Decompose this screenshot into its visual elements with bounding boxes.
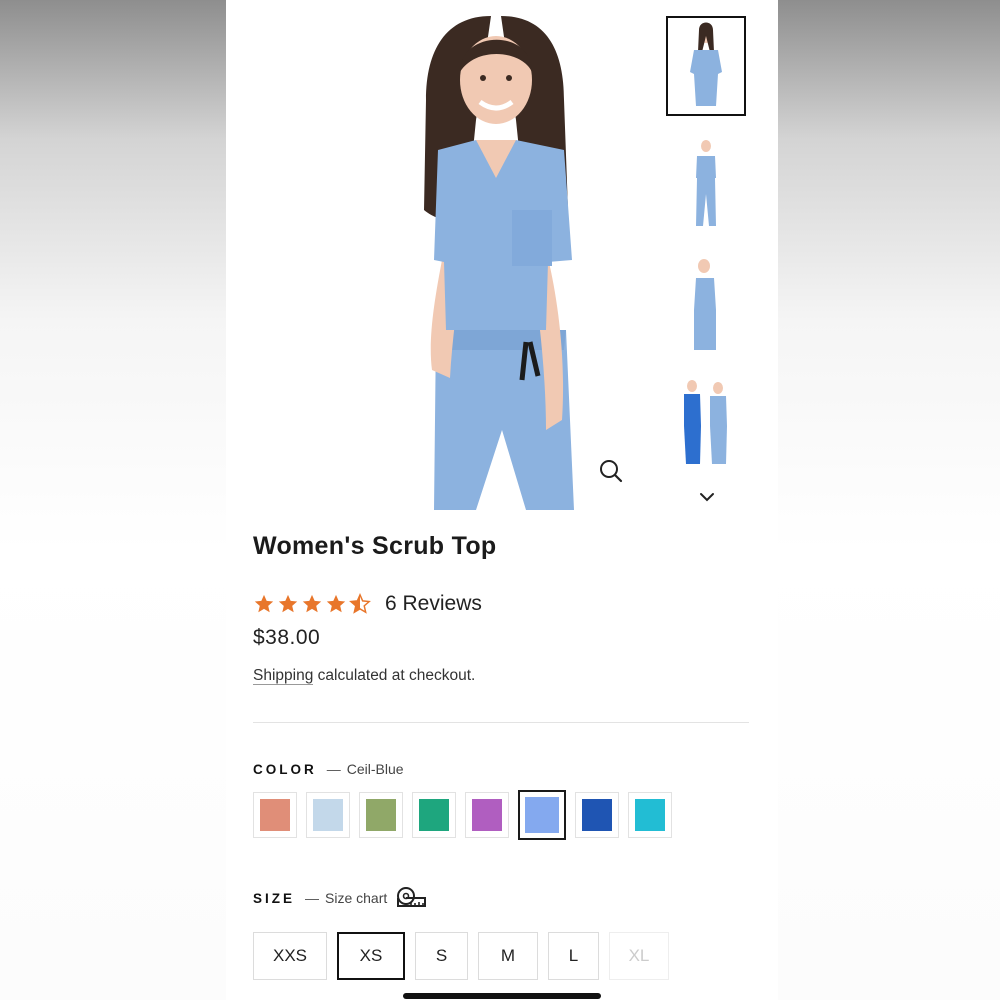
- size-options: XXS XS S M L XL: [253, 932, 669, 980]
- half-star-icon: [349, 593, 371, 614]
- shipping-note-text: calculated at checkout.: [313, 667, 476, 684]
- color-swatch[interactable]: [253, 792, 297, 838]
- color-swatch[interactable]: [628, 792, 672, 838]
- size-option-m[interactable]: M: [478, 932, 538, 980]
- color-swatch[interactable]: [359, 792, 403, 838]
- color-swatch[interactable]: [465, 792, 509, 838]
- shipping-link[interactable]: Shipping: [253, 667, 314, 685]
- size-option-xl[interactable]: XL: [609, 932, 669, 980]
- size-option-l[interactable]: L: [548, 932, 599, 980]
- color-swatches: [253, 790, 672, 840]
- divider: [253, 722, 749, 723]
- thumbnail-1[interactable]: [666, 16, 746, 116]
- thumbnail-4[interactable]: [666, 374, 746, 474]
- color-swatch[interactable]: [575, 792, 619, 838]
- product-title: Women's Scrub Top: [253, 532, 497, 560]
- separator: —: [326, 761, 341, 777]
- size-option-xs[interactable]: XS: [337, 932, 405, 980]
- color-label-row: COLOR — Ceil-Blue: [253, 761, 404, 777]
- color-swatch[interactable]: [412, 792, 456, 838]
- size-label-row: SIZE — Size chart: [253, 886, 427, 910]
- size-label: SIZE: [253, 890, 296, 906]
- size-chart-link[interactable]: Size chart: [325, 890, 387, 906]
- star-icon: [254, 594, 274, 613]
- product-price: $38.00: [253, 626, 321, 649]
- thumbnail-3[interactable]: [666, 250, 746, 350]
- background-left: [0, 0, 226, 1000]
- size-option-s[interactable]: S: [415, 932, 468, 980]
- color-swatch-selected[interactable]: [518, 790, 566, 840]
- size-option-xxs[interactable]: XXS: [253, 932, 327, 980]
- selected-color-name: Ceil-Blue: [346, 761, 404, 777]
- color-swatch[interactable]: [306, 792, 350, 838]
- rating-row: 6 Reviews: [253, 592, 482, 616]
- star-icon: [302, 594, 322, 613]
- thumbnail-2[interactable]: [666, 134, 746, 234]
- home-indicator[interactable]: [403, 993, 601, 999]
- color-label: COLOR: [253, 761, 317, 777]
- measuring-tape-icon[interactable]: [395, 886, 427, 910]
- star-icon: [278, 594, 298, 613]
- product-page: Women's Scrub Top 6 Reviews $38.00 Shipp…: [226, 0, 778, 1000]
- chevron-down-icon[interactable]: [696, 488, 718, 506]
- separator: —: [305, 890, 320, 906]
- shipping-note: Shipping calculated at checkout.: [253, 667, 475, 685]
- zoom-icon[interactable]: [598, 458, 624, 484]
- star-icon: [326, 594, 346, 613]
- star-rating[interactable]: [253, 593, 371, 615]
- background-right: [778, 0, 1000, 1000]
- main-product-image[interactable]: [326, 0, 656, 510]
- reviews-link[interactable]: 6 Reviews: [385, 592, 482, 616]
